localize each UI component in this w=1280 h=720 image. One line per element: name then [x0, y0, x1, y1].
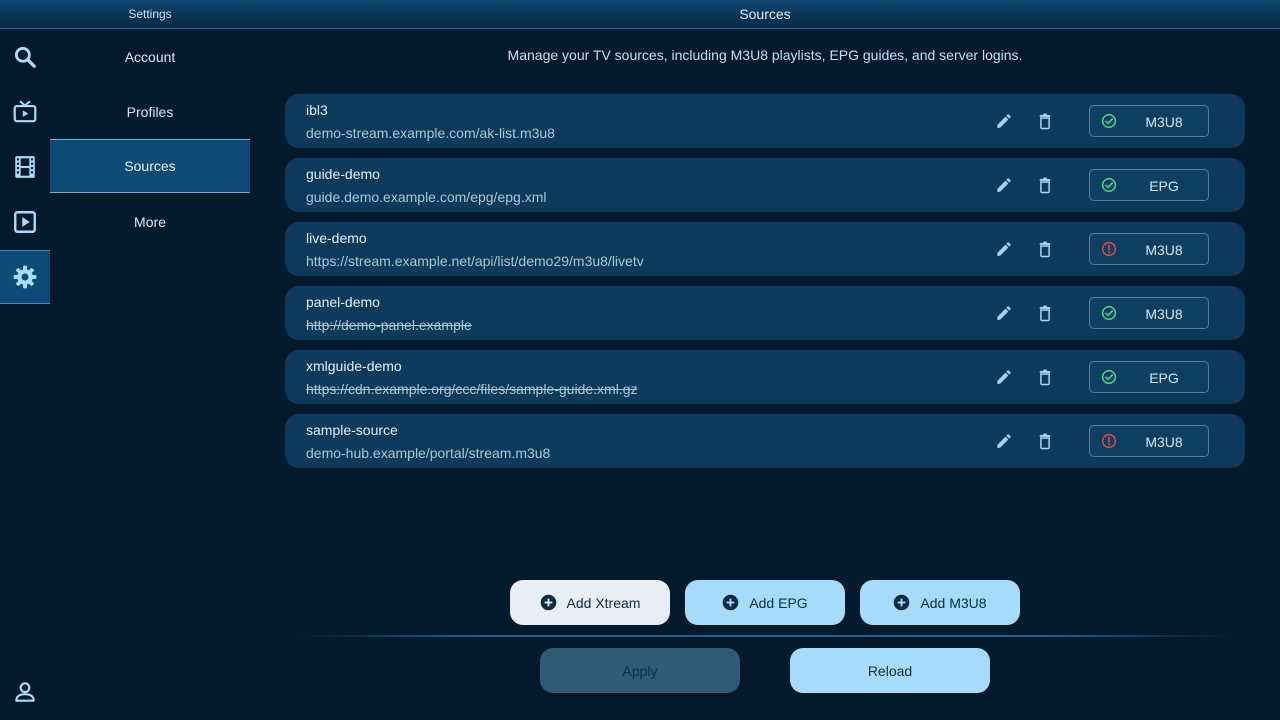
trash-icon [1039, 113, 1051, 130]
edit-source-button[interactable] [992, 237, 1016, 261]
settings-menu: Account Profiles Sources More [50, 29, 250, 720]
edit-source-button[interactable] [992, 173, 1016, 197]
pencil-icon [997, 306, 1011, 320]
pencil-icon [997, 114, 1011, 128]
page-title: Sources [739, 6, 791, 22]
plus-circle-icon [894, 594, 910, 611]
edit-source-button[interactable] [992, 429, 1016, 453]
error-circle-icon [1101, 433, 1117, 449]
menu-item-account[interactable]: Account [50, 30, 250, 84]
source-name: sample-source [306, 422, 398, 438]
source-type-badge[interactable]: M3U8 [1089, 233, 1209, 265]
source-url: https://stream.example.net/api/list/demo… [306, 253, 644, 269]
source-row[interactable]: guide-demo guide.demo.example.com/epg/epg… [285, 158, 1245, 212]
check-circle-icon [1101, 113, 1117, 129]
source-row[interactable]: live-demo https://stream.example.net/api/… [285, 222, 1245, 276]
error-circle-icon [1101, 241, 1117, 257]
page-description: Manage your TV sources, including M3U8 p… [507, 47, 1023, 63]
source-url: demo-hub.example/portal/stream.m3u8 [306, 445, 551, 461]
nav-rail [0, 29, 50, 720]
source-row[interactable]: panel-demo http://demo-panel.example M3U8 [285, 286, 1245, 340]
source-name: live-demo [306, 230, 367, 246]
add-xtream-button[interactable]: Add Xtream [510, 580, 670, 625]
trash-icon [1039, 433, 1051, 450]
tv-icon [13, 100, 37, 123]
settings-title: Settings [128, 7, 172, 21]
delete-source-button[interactable] [1033, 109, 1057, 133]
apply-button[interactable]: Apply [540, 648, 740, 693]
divider [300, 635, 1230, 637]
play-icon [14, 211, 36, 233]
edit-source-button[interactable] [992, 301, 1016, 325]
delete-source-button[interactable] [1033, 301, 1057, 325]
add-m3u8-label: Add M3U8 [920, 594, 987, 611]
source-type-label: M3U8 [1145, 306, 1183, 322]
menu-item-sources[interactable]: Sources [50, 139, 250, 193]
rail-settings-button[interactable] [0, 250, 50, 304]
source-type-badge[interactable]: M3U8 [1089, 297, 1209, 329]
pencil-icon [997, 370, 1011, 384]
add-xtream-label: Add Xtream [566, 594, 641, 611]
add-epg-button[interactable]: Add EPG [685, 580, 845, 625]
delete-source-button[interactable] [1033, 429, 1057, 453]
source-type-badge[interactable]: EPG [1089, 361, 1209, 393]
delete-source-button[interactable] [1033, 237, 1057, 261]
add-m3u8-button[interactable]: Add M3U8 [860, 580, 1020, 625]
source-url: http://demo-panel.example [306, 317, 472, 333]
rail-search-button[interactable] [0, 30, 50, 84]
profile-icon [15, 682, 35, 702]
pencil-icon [997, 434, 1011, 448]
rail-live-tv-button[interactable] [0, 85, 50, 139]
source-type-badge[interactable]: M3U8 [1089, 425, 1209, 457]
source-name: panel-demo [306, 294, 380, 310]
trash-icon [1039, 177, 1051, 194]
source-type-label: EPG [1149, 370, 1179, 386]
top-bar: Settings Sources [0, 0, 1280, 29]
source-name: ibl3 [306, 102, 328, 118]
source-name: guide-demo [306, 166, 380, 182]
source-url: https://cdn.example.org/ccc/files/sample… [306, 381, 638, 397]
menu-item-profiles[interactable]: Profiles [50, 85, 250, 139]
source-row[interactable]: xmlguide-demo https://cdn.example.org/ccc… [285, 350, 1245, 404]
check-circle-icon [1101, 177, 1117, 193]
trash-icon [1039, 241, 1051, 258]
check-circle-icon [1101, 369, 1117, 385]
source-row[interactable]: ibl3 demo-stream.example.com/ak-list.m3u8… [285, 94, 1245, 148]
source-type-label: M3U8 [1145, 242, 1183, 258]
rail-profile-button[interactable] [0, 665, 50, 719]
delete-source-button[interactable] [1033, 173, 1057, 197]
rail-movies-button[interactable] [0, 140, 50, 194]
delete-source-button[interactable] [1033, 365, 1057, 389]
check-circle-icon [1101, 305, 1117, 321]
trash-icon [1039, 369, 1051, 386]
source-type-badge[interactable]: M3U8 [1089, 105, 1209, 137]
source-url: guide.demo.example.com/epg/epg.xml [306, 189, 547, 205]
add-epg-label: Add EPG [749, 594, 808, 611]
source-name: xmlguide-demo [306, 358, 402, 374]
edit-source-button[interactable] [992, 109, 1016, 133]
search-icon [14, 46, 36, 68]
pencil-icon [997, 178, 1011, 192]
edit-source-button[interactable] [992, 365, 1016, 389]
source-type-badge[interactable]: EPG [1089, 169, 1209, 201]
film-icon [15, 156, 35, 178]
source-row[interactable]: sample-source demo-hub.example/portal/str… [285, 414, 1245, 468]
pencil-icon [997, 242, 1011, 256]
trash-icon [1039, 305, 1051, 322]
source-type-label: EPG [1149, 178, 1179, 194]
source-type-label: M3U8 [1145, 114, 1183, 130]
source-url: demo-stream.example.com/ak-list.m3u8 [306, 125, 555, 141]
gear-icon [13, 265, 37, 289]
source-type-label: M3U8 [1145, 434, 1183, 450]
rail-series-button[interactable] [0, 195, 50, 249]
plus-circle-icon [540, 594, 556, 611]
plus-circle-icon [723, 594, 739, 611]
reload-button[interactable]: Reload [790, 648, 990, 693]
menu-item-more[interactable]: More [50, 195, 250, 249]
